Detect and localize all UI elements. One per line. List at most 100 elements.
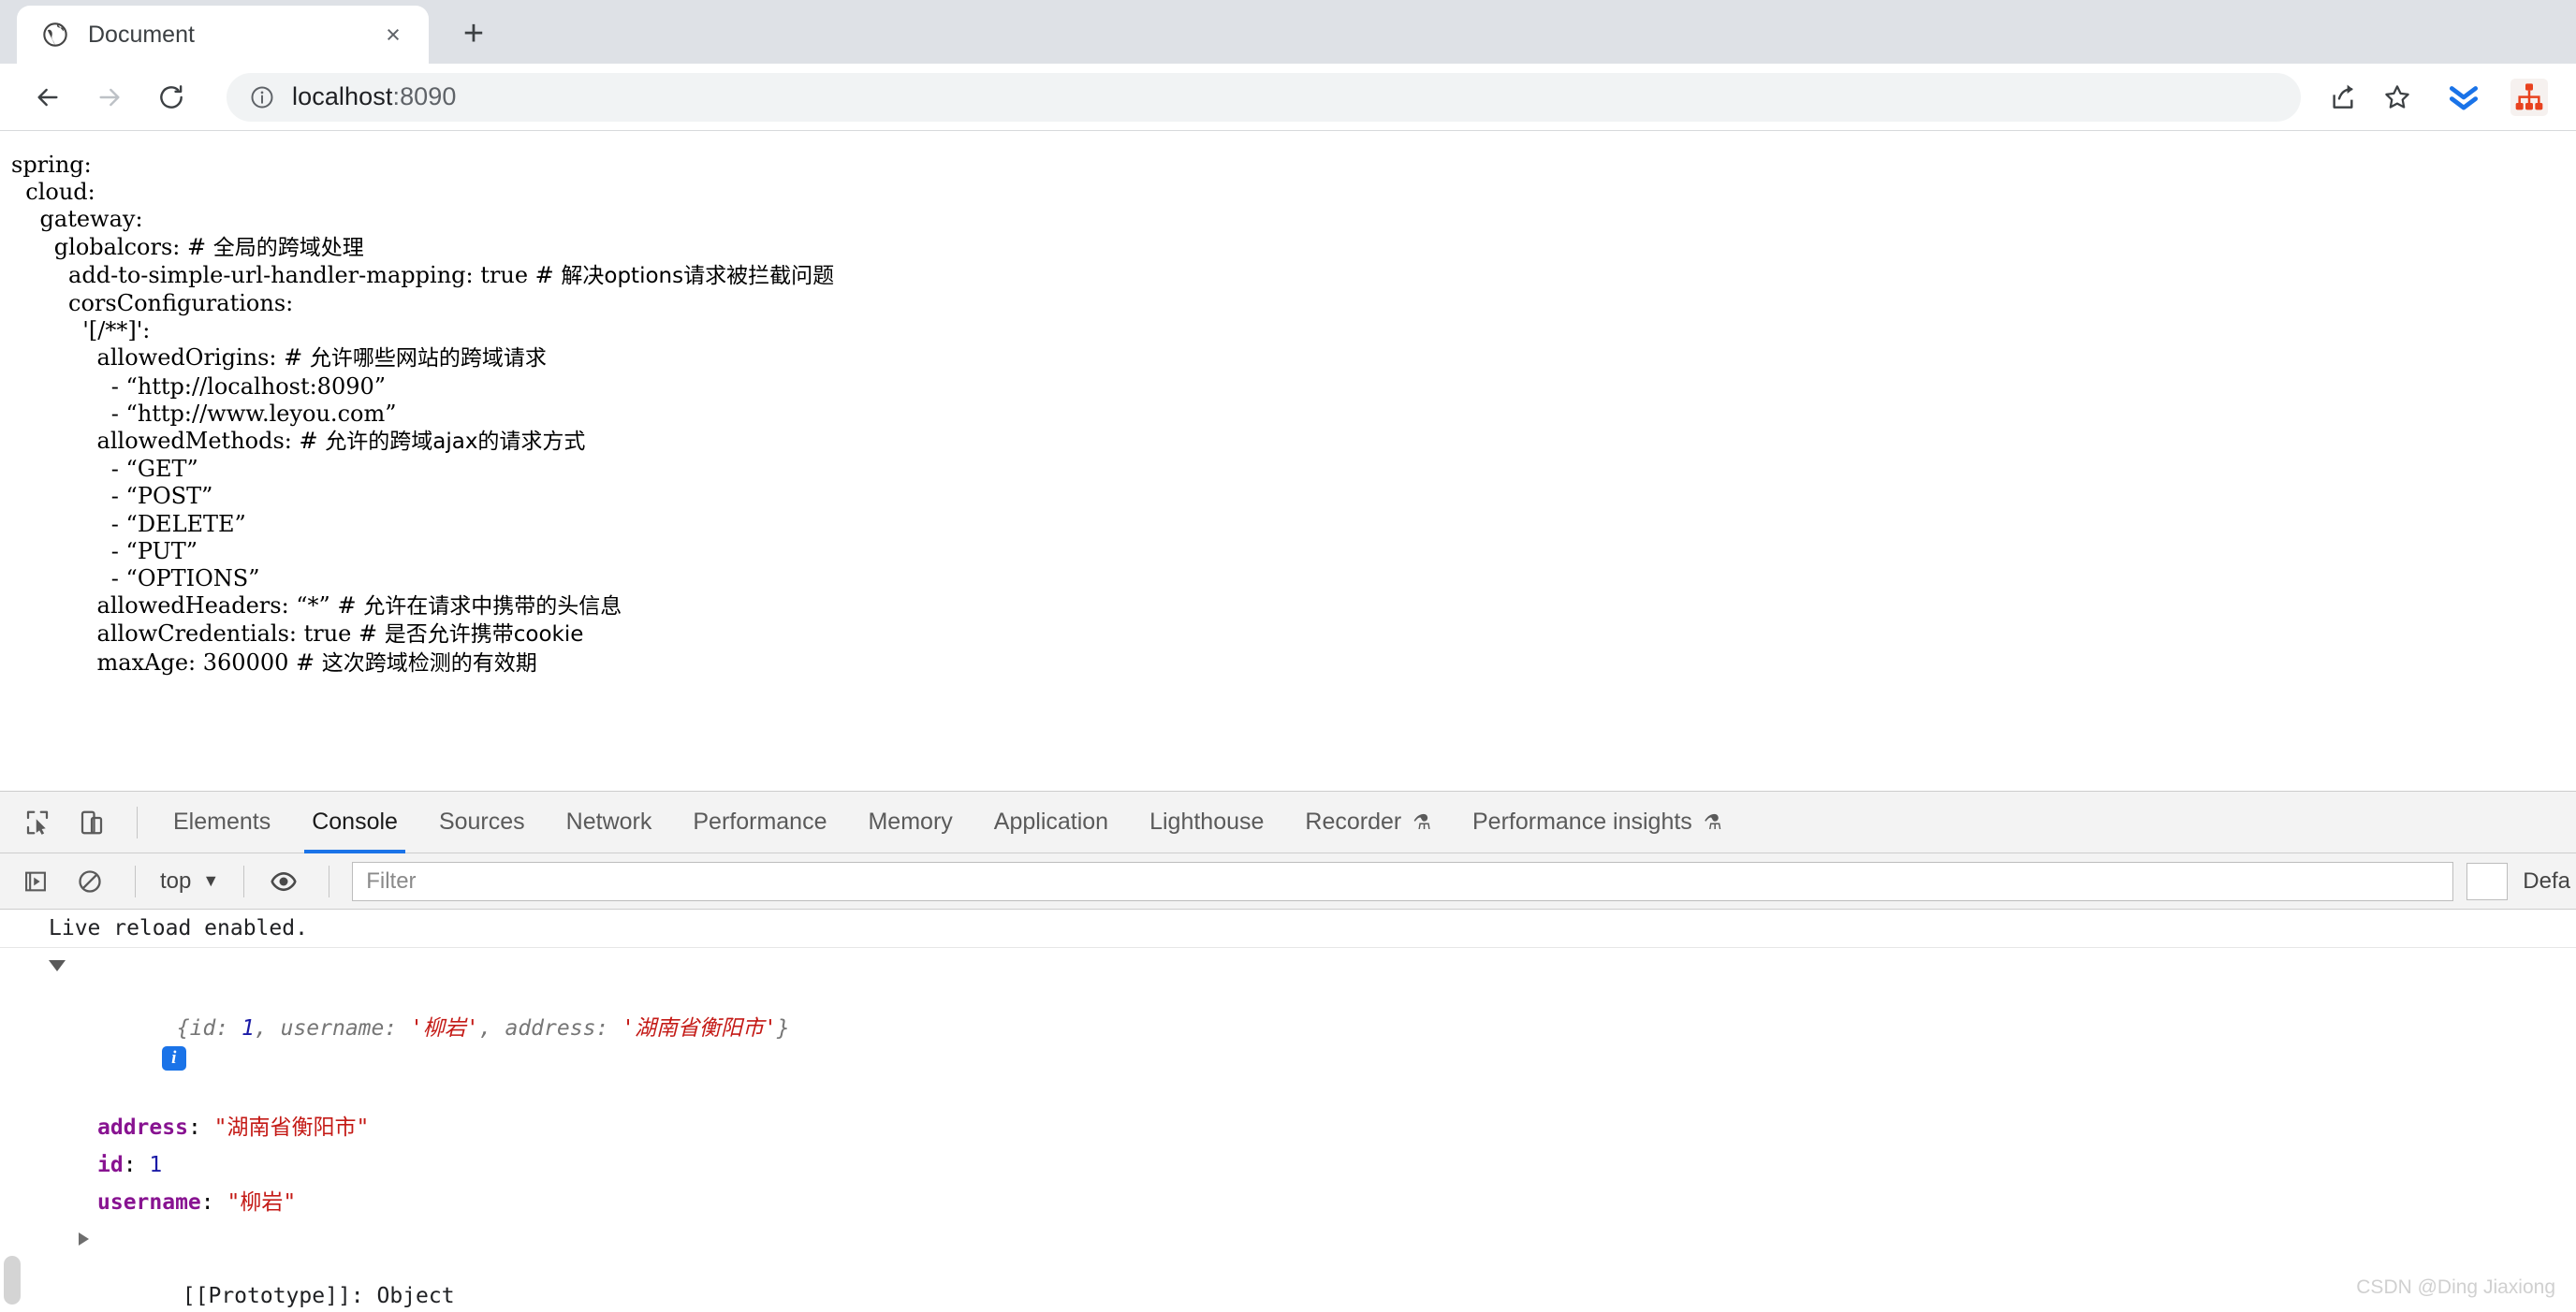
clear-console-icon[interactable] [66, 857, 114, 906]
devtools-panel: Elements Console Sources Network Performance… [0, 791, 2576, 1312]
sitemap-extension-icon[interactable] [2503, 71, 2555, 124]
preview-value: '湖南省衡阳市' [622, 1016, 777, 1041]
download-chevrons-icon[interactable] [2437, 71, 2490, 124]
url-port: :8090 [392, 82, 457, 110]
chevron-down-icon: ▼ [202, 871, 220, 890]
execution-context-label: top [160, 867, 192, 894]
tab-label: Performance [693, 809, 827, 835]
page-content: spring: cloud: gateway: globalcors: # 全局… [0, 131, 2576, 786]
yaml-line: allowedOrigins: # 允许哪些网站的跨域请求 [11, 344, 547, 372]
filterbar-divider-1 [135, 865, 136, 897]
back-button[interactable] [21, 70, 75, 124]
prototype-label: [[Prototype]]: Object [182, 1284, 455, 1308]
toolbar-right-actions [2316, 70, 2555, 124]
new-tab-button[interactable]: + [447, 7, 500, 60]
yaml-comment-cjk: 全局的跨域处理 [212, 235, 364, 260]
yaml-comment-cjk: 允许的跨域ajax的请求方式 [325, 430, 586, 455]
yaml-config-text: spring: cloud: gateway: globalcors: # 全局… [11, 152, 2576, 678]
url-host: localhost [292, 82, 393, 110]
filterbar-divider-2 [243, 865, 245, 897]
yaml-line: allowCredentials: true # 是否允许携带cookie [11, 620, 584, 648]
yaml-line: '[/**]': [11, 317, 151, 344]
tab-strip: Document × + [0, 0, 2576, 64]
device-toolbar-icon[interactable] [67, 798, 116, 847]
yaml-line: globalcors: # 全局的跨域处理 [11, 233, 364, 260]
tab-application[interactable]: Application [973, 792, 1129, 853]
execution-context-select[interactable]: top ▼ [151, 868, 228, 895]
tab-performance[interactable]: Performance [672, 792, 847, 853]
yaml-comment-cjk: 允许哪些网站的跨域请求 [309, 346, 547, 372]
devtools-tab-bar: Elements Console Sources Network Performance… [0, 792, 2576, 853]
browser-tab[interactable]: Document × [17, 6, 429, 64]
tab-sources[interactable]: Sources [418, 792, 546, 853]
yaml-line: spring: [11, 152, 92, 178]
tab-label: Lighthouse [1149, 809, 1265, 835]
console-message-line: Live reload enabled. [0, 910, 2576, 948]
devtools-tabs: Elements Console Sources Network Performance… [153, 792, 1743, 853]
tab-label: Network [565, 809, 652, 835]
yaml-line: - “POST” [11, 483, 213, 510]
object-preview: {id: 1, username: '柳岩', address: '湖南省衡阳市… [176, 1016, 790, 1041]
yaml-comment-cjk: 允许在请求中携带的头信息 [363, 594, 622, 620]
yaml-line: - “OPTIONS” [11, 565, 260, 592]
flask-icon: ⚗ [1412, 809, 1431, 834]
tab-label: Application [993, 809, 1109, 835]
object-property-row: username: "柳岩" [97, 1190, 297, 1215]
tab-lighthouse[interactable]: Lighthouse [1129, 792, 1284, 853]
live-expression-icon[interactable] [259, 857, 308, 906]
execute-snippet-icon[interactable] [11, 857, 60, 906]
expand-triangle-icon[interactable] [79, 1232, 89, 1246]
yaml-line: corsConfigurations: [11, 290, 294, 317]
inspect-element-icon[interactable] [13, 798, 62, 847]
yaml-line: - “http://www.leyou.com” [11, 400, 397, 427]
property-value: "柳岩" [227, 1190, 297, 1215]
prototype-row[interactable]: [[Prototype]]: Object [0, 1221, 2576, 1312]
preview-value: '柳岩' [410, 1016, 479, 1041]
property-value: "湖南省衡阳市" [213, 1115, 370, 1140]
yaml-line: - “GET” [11, 456, 198, 483]
log-level-label: Defa [2523, 867, 2570, 894]
info-badge-icon[interactable]: i [161, 1046, 186, 1071]
yaml-line: allowedHeaders: “*” # 允许在请求中携带的头信息 [11, 592, 622, 620]
tab-console[interactable]: Console [291, 792, 418, 853]
tab-recorder[interactable]: Recorder ⚗ [1284, 792, 1452, 853]
console-scrollbar[interactable] [4, 1256, 21, 1305]
tab-label: Elements [173, 809, 271, 835]
tab-memory[interactable]: Memory [847, 792, 973, 853]
toolbar-divider [137, 806, 138, 838]
expand-triangle-icon[interactable] [49, 960, 66, 971]
tab-network[interactable]: Network [546, 792, 673, 853]
watermark: CSDN @Ding Jiaxiong [2356, 1276, 2555, 1298]
console-object-group-header[interactable]: {id: 1, username: '柳岩', address: '湖南省衡阳市… [0, 948, 2576, 1109]
info-circle-icon[interactable] [249, 84, 275, 110]
yaml-line: - “http://localhost:8090” [11, 372, 387, 400]
yaml-comment-cjk: 是否允许携带cookie [384, 622, 584, 648]
close-icon[interactable]: × [376, 18, 410, 51]
object-property-row: address: "湖南省衡阳市" [97, 1115, 370, 1140]
console-output[interactable]: Live reload enabled. {id: 1, username: '… [0, 910, 2576, 1312]
address-bar[interactable]: localhost:8090 [227, 72, 2301, 122]
yaml-line: cloud: [11, 179, 95, 206]
preview-value: 1 [242, 1016, 255, 1041]
url-text: localhost:8090 [292, 82, 457, 111]
yaml-line: - “DELETE” [11, 510, 246, 537]
yaml-comment-cjk: 解决options请求被拦截问题 [561, 263, 835, 288]
yaml-comment-cjk: 这次跨域检测的有效期 [321, 650, 537, 676]
tab-label: Performance insights [1471, 809, 1692, 835]
browser-window: Document × + localhost:8090 spring: clou… [0, 0, 2576, 1312]
filter-input[interactable] [352, 861, 2454, 901]
browser-toolbar: localhost:8090 [0, 64, 2576, 131]
share-icon[interactable] [2316, 70, 2370, 124]
flask-icon: ⚗ [1703, 809, 1722, 834]
star-icon[interactable] [2370, 70, 2424, 124]
yaml-line: - “PUT” [11, 537, 198, 564]
forward-button[interactable] [82, 70, 137, 124]
property-value: 1 [149, 1153, 163, 1177]
preview-key: address: [505, 1016, 622, 1041]
object-property-row: id: 1 [97, 1153, 163, 1177]
log-level-box[interactable] [2466, 862, 2509, 900]
yaml-line: add-to-simple-url-handler-mapping: true … [11, 261, 835, 288]
tab-elements[interactable]: Elements [153, 792, 291, 853]
tab-performance-insights[interactable]: Performance insights ⚗ [1452, 792, 1743, 853]
reload-button[interactable] [144, 70, 198, 124]
